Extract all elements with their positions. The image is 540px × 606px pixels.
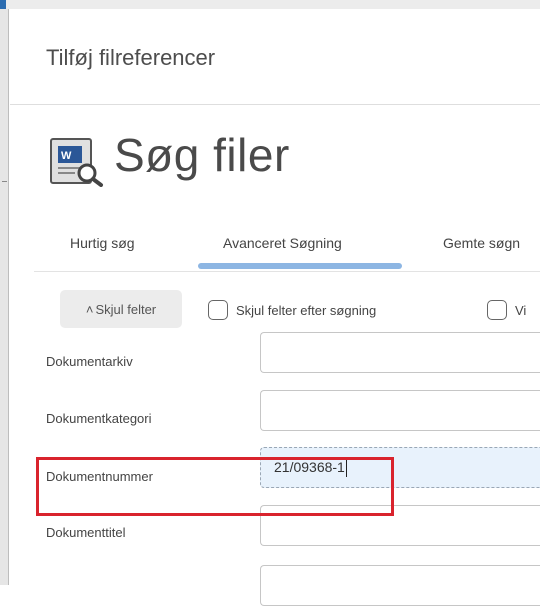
tabs-divider — [34, 271, 540, 272]
window-accent — [0, 0, 6, 9]
dokumentkategori-input[interactable] — [260, 390, 540, 431]
field-label-dokumenttitel: Dokumenttitel — [46, 525, 126, 540]
hide-fields-label: Skjul felter — [95, 301, 157, 317]
page-title: Søg filer — [114, 129, 290, 181]
edge-marker — [2, 181, 7, 182]
dokumentarkiv-input[interactable] — [260, 332, 540, 373]
add-file-references-dialog: Tilføj filreferencer W Søg filer Hurtig … — [10, 9, 540, 606]
hide-fields-button[interactable]: ˄ Skjul felter — [60, 290, 182, 328]
window-top-strip — [0, 0, 540, 9]
active-tab-indicator — [198, 263, 402, 269]
dialog-header: Tilføj filreferencer — [10, 9, 540, 105]
field-label-dokumentarkiv: Dokumentarkiv — [46, 354, 133, 369]
tab-advanced-search[interactable]: Avanceret Søgning — [223, 235, 342, 251]
third-option-checkbox[interactable] — [487, 300, 507, 320]
double-chevron-up-icon: ˄ — [85, 301, 94, 317]
background-window-edge — [0, 9, 9, 585]
svg-text:W: W — [61, 150, 72, 162]
next-field-input[interactable] — [260, 565, 540, 606]
tab-quick-search[interactable]: Hurtig søg — [70, 235, 135, 251]
dialog-title: Tilføj filreferencer — [46, 45, 216, 70]
field-label-dokumentkategori: Dokumentkategori — [46, 411, 152, 426]
hide-fields-after-search-checkbox[interactable] — [208, 300, 228, 320]
word-document-search-icon: W — [50, 138, 103, 187]
hide-fields-after-search-label: Skjul felter efter søgning — [236, 303, 377, 318]
third-option-label: Vi — [515, 303, 527, 318]
tab-saved-searches[interactable]: Gemte søgn — [443, 235, 520, 251]
highlight-annotation-box — [36, 457, 394, 516]
